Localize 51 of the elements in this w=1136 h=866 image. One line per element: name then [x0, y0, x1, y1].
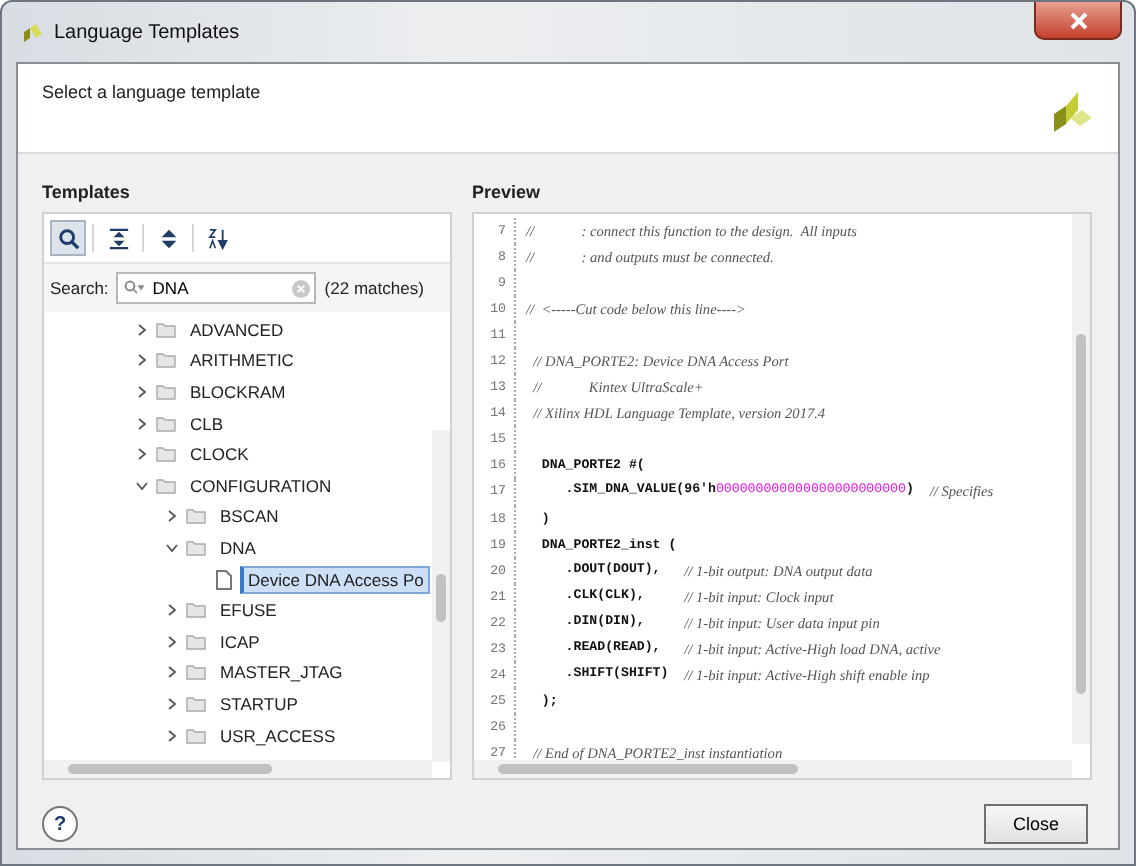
chevron-icon[interactable] — [136, 479, 148, 492]
tree-item[interactable]: MASTER_JTAG — [214, 658, 349, 687]
search-icon — [57, 227, 79, 249]
tree-item[interactable]: ICAP — [214, 627, 266, 656]
logo-icon — [20, 20, 44, 44]
chevron-icon[interactable] — [136, 354, 148, 367]
chevron-icon[interactable] — [166, 510, 178, 523]
chevron-icon[interactable] — [136, 323, 148, 336]
tree-item[interactable]: STARTUP — [214, 689, 304, 718]
search-field[interactable]: DNA — [116, 272, 317, 304]
expand-icon — [157, 227, 179, 249]
tree-item[interactable]: ADVANCED — [184, 315, 290, 344]
chevron-icon[interactable] — [166, 729, 178, 742]
chevron-icon[interactable] — [166, 666, 178, 679]
toolbar-button[interactable] — [50, 220, 86, 256]
tree-item[interactable]: CLOCK — [184, 440, 255, 469]
window-title: Language Templates — [54, 21, 240, 43]
tree-item[interactable]: BLOCKRAM — [184, 377, 292, 406]
tree-item[interactable]: CLB — [184, 409, 230, 438]
scrollbar[interactable] — [1072, 214, 1090, 744]
sort-icon — [207, 227, 229, 249]
chevron-icon[interactable] — [166, 604, 178, 617]
tree-item[interactable]: CONFIGURATION — [184, 471, 338, 500]
tree-item[interactable]: EFUSE — [214, 596, 283, 625]
help-button[interactable]: ? — [42, 806, 78, 842]
chevron-icon[interactable] — [136, 417, 148, 430]
chevron-icon[interactable] — [166, 541, 178, 554]
close-button[interactable]: Close — [984, 804, 1088, 844]
close-icon — [1069, 11, 1087, 29]
tree-item[interactable]: USR_ACCESS — [214, 721, 342, 750]
search-icon — [124, 280, 145, 296]
tree-item[interactable]: BSCAN — [214, 502, 285, 531]
scrollbar[interactable] — [474, 760, 1072, 778]
logo-icon — [1050, 90, 1094, 134]
tree-item[interactable]: ARITHMETIC — [184, 346, 300, 375]
dialog-subtitle: Select a language template — [42, 82, 261, 102]
close-button[interactable] — [1034, 2, 1122, 40]
scrollbar[interactable] — [432, 430, 450, 762]
chevron-icon[interactable] — [136, 448, 148, 461]
tree-item[interactable]: DNA — [214, 533, 262, 562]
search-label: Search: — [50, 278, 109, 298]
chevron-icon[interactable] — [166, 697, 178, 710]
match-count: (22 matches) — [324, 278, 424, 298]
chevron-icon[interactable] — [136, 385, 148, 398]
panel-title: Templates — [42, 182, 132, 206]
chevron-icon[interactable] — [166, 635, 178, 648]
tree-item[interactable]: Device DNA Access Po — [240, 565, 430, 594]
scrollbar[interactable] — [44, 760, 432, 778]
file-icon — [216, 569, 232, 590]
panel-title: Preview — [472, 182, 543, 206]
collapse-icon — [107, 227, 129, 249]
